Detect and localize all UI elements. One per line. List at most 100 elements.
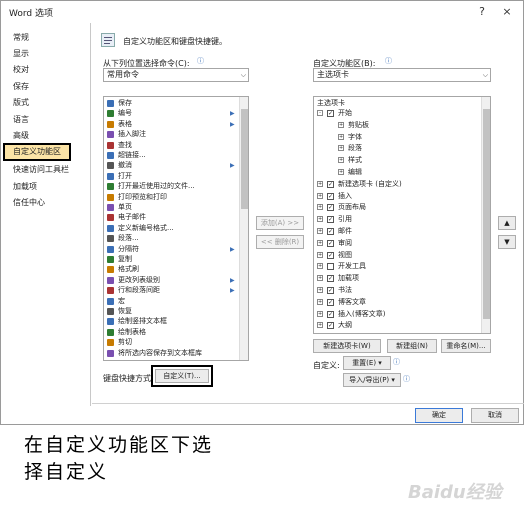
tree-item[interactable]: 段落 (348, 144, 362, 153)
command-item[interactable]: 撤消 (118, 161, 132, 170)
tree-item[interactable]: 书法 (338, 286, 352, 295)
reset-button[interactable]: 重置(E) ▾ (343, 356, 391, 370)
customize-keyboard-button[interactable]: 自定义(T)... (155, 369, 209, 383)
tab-checkbox[interactable]: ✓ (327, 298, 334, 306)
tree-item[interactable]: 引用 (338, 215, 352, 224)
new-tab-button[interactable]: 新建选项卡(W) (313, 339, 381, 353)
sidebar-item-6[interactable]: 高级 (13, 129, 29, 143)
tab-checkbox[interactable]: ✓ (327, 192, 334, 200)
tree-scrollbar[interactable] (481, 97, 490, 333)
command-item[interactable]: 定义新编号格式... (118, 224, 174, 233)
sidebar-item-10[interactable]: 信任中心 (13, 196, 45, 210)
tree-item[interactable]: 插入(博客文章) (338, 310, 385, 319)
tab-checkbox[interactable] (327, 263, 334, 271)
command-item[interactable]: 表格 (118, 120, 132, 129)
move-up-button[interactable]: ▲ (498, 216, 516, 230)
tree-item[interactable]: 新建选项卡 (自定义) (338, 180, 402, 189)
expand-icon[interactable]: + (317, 216, 323, 223)
remove-button[interactable]: << 删除(R) (256, 235, 304, 249)
tree-item[interactable]: 审阅 (338, 239, 352, 248)
tree-item[interactable]: 视图 (338, 251, 352, 260)
command-item[interactable]: 剪切 (118, 338, 132, 347)
tab-checkbox[interactable]: ✓ (327, 251, 334, 259)
tab-checkbox[interactable]: ✓ (327, 310, 334, 318)
scroll-thumb[interactable] (241, 109, 248, 209)
command-item[interactable]: 绘制表格 (118, 328, 146, 337)
expand-icon[interactable]: + (338, 157, 344, 164)
command-item[interactable]: 更改列表级别 (118, 276, 160, 285)
command-item[interactable]: 单页 (118, 203, 132, 212)
tab-checkbox[interactable]: ✓ (327, 287, 334, 294)
expand-icon[interactable]: + (338, 145, 344, 152)
tab-checkbox[interactable]: ✓ (327, 228, 334, 235)
command-item[interactable]: 宏 (118, 297, 125, 306)
expand-icon[interactable]: + (317, 322, 323, 329)
scroll-thumb[interactable] (483, 109, 490, 319)
commands-scrollbar[interactable] (239, 97, 248, 360)
tab-checkbox[interactable]: ✓ (327, 239, 334, 247)
command-item[interactable]: 保存 (118, 99, 132, 108)
command-item[interactable]: 超链接... (118, 151, 146, 160)
command-item[interactable]: 编号 (118, 109, 132, 118)
command-item[interactable]: 打开 (118, 172, 132, 181)
customize-ribbon-select[interactable]: 主选项卡 ⌵ (313, 68, 491, 82)
tab-checkbox[interactable]: ✓ (327, 204, 334, 212)
ribbon-tabs-tree[interactable]: 主选项卡 - ✓ 开始 + 剪贴板 + 字体 + 段落 + 样式 + 编辑 + ✓ 新建选项卡 (自定义) + ✓… (313, 96, 491, 334)
tree-item[interactable]: 大纲 (338, 321, 352, 330)
command-item[interactable]: 格式刷 (118, 265, 139, 274)
sidebar-item-5[interactable]: 语言 (13, 113, 29, 127)
help-button[interactable]: ? (473, 4, 491, 20)
move-down-button[interactable]: ▼ (498, 235, 516, 249)
expand-icon[interactable]: + (317, 180, 323, 187)
expand-icon[interactable]: + (317, 228, 323, 234)
expand-icon[interactable]: + (317, 263, 323, 270)
collapse-icon[interactable]: - (317, 110, 323, 116)
expand-icon[interactable]: + (317, 192, 323, 199)
command-item[interactable]: 恢复 (118, 307, 132, 316)
expand-icon[interactable]: + (317, 310, 323, 317)
expand-icon[interactable]: + (317, 287, 323, 293)
cancel-button[interactable]: 取消 (471, 408, 519, 423)
tab-checkbox[interactable]: ✓ (327, 216, 334, 224)
command-item[interactable]: 段落... (118, 234, 139, 243)
tree-item[interactable]: 开发工具 (338, 262, 366, 271)
choose-commands-select[interactable]: 常用命令 ⌵ (103, 68, 249, 82)
tab-checkbox[interactable]: ✓ (327, 180, 334, 188)
sidebar-item-4[interactable]: 版式 (13, 96, 29, 110)
rename-button[interactable]: 重命名(M)... (441, 339, 491, 353)
command-item[interactable]: 查找 (118, 141, 132, 150)
tab-checkbox[interactable]: ✓ (327, 110, 334, 117)
tree-item[interactable]: 编辑 (348, 168, 362, 177)
tree-item[interactable]: 样式 (348, 156, 362, 165)
command-item[interactable]: 复制 (118, 255, 132, 264)
tree-item[interactable]: 页面布局 (338, 203, 366, 212)
tree-item[interactable]: 加载项 (338, 274, 359, 283)
tree-item[interactable]: 博客文章 (338, 298, 366, 307)
command-item[interactable]: 电子邮件 (118, 213, 146, 222)
expand-icon[interactable]: + (338, 121, 344, 128)
tab-checkbox[interactable]: ✓ (327, 322, 334, 330)
tree-item[interactable]: 插入 (338, 192, 352, 201)
import-export-button[interactable]: 导入/导出(P) ▾ (343, 373, 401, 387)
sidebar-item-8[interactable]: 快速访问工具栏 (13, 163, 69, 177)
command-item[interactable]: 打开最近使用过的文件... (118, 182, 195, 191)
expand-icon[interactable]: + (338, 133, 344, 140)
expand-icon[interactable]: + (317, 239, 323, 246)
tab-checkbox[interactable]: ✓ (327, 275, 334, 283)
sidebar-item-0[interactable]: 常规 (13, 31, 29, 45)
tree-item[interactable]: 剪贴板 (348, 121, 369, 130)
new-group-button[interactable]: 新建组(N) (387, 339, 437, 353)
sidebar-item-1[interactable]: 显示 (13, 47, 29, 61)
ok-button[interactable]: 确定 (415, 408, 463, 423)
expand-icon[interactable]: + (317, 298, 323, 305)
command-item[interactable]: 打印预览和打印 (118, 193, 167, 202)
commands-list[interactable]: 保存 编号 ▶ 表格 ▶ 插入脚注 查找 超链接... 撤消 ▶ 打开 打开最近使用过的文件... 打印… (103, 96, 249, 361)
sidebar-item-2[interactable]: 校对 (13, 63, 29, 77)
expand-icon[interactable]: + (338, 169, 344, 175)
command-item[interactable]: 将所选内容保存到文本框库 (118, 349, 202, 358)
command-item[interactable]: 行和段落间距 (118, 286, 160, 295)
tree-item[interactable]: 邮件 (338, 227, 352, 236)
expand-icon[interactable]: + (317, 275, 323, 282)
add-button[interactable]: 添加(A) >> (256, 216, 304, 230)
command-item[interactable]: 插入脚注 (118, 130, 146, 139)
